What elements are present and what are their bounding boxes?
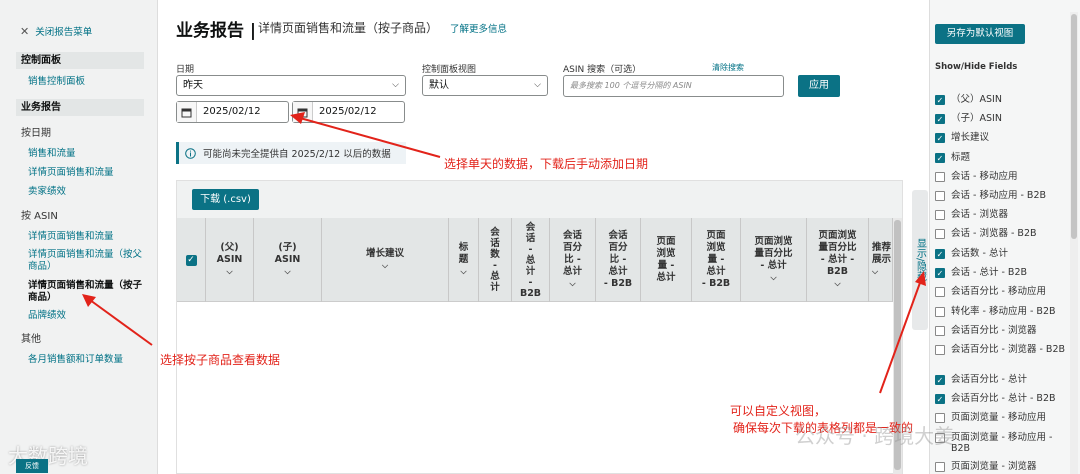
- arrow-to-date: [290, 112, 441, 158]
- arrow-to-child-report: [82, 294, 153, 346]
- watermark-right: 公众号 · 跨境大姜: [795, 424, 955, 448]
- arrow-to-show-hide: [879, 271, 926, 394]
- feedback-button[interactable]: 反馈: [16, 459, 48, 473]
- annotation-arrows: [82, 112, 926, 394]
